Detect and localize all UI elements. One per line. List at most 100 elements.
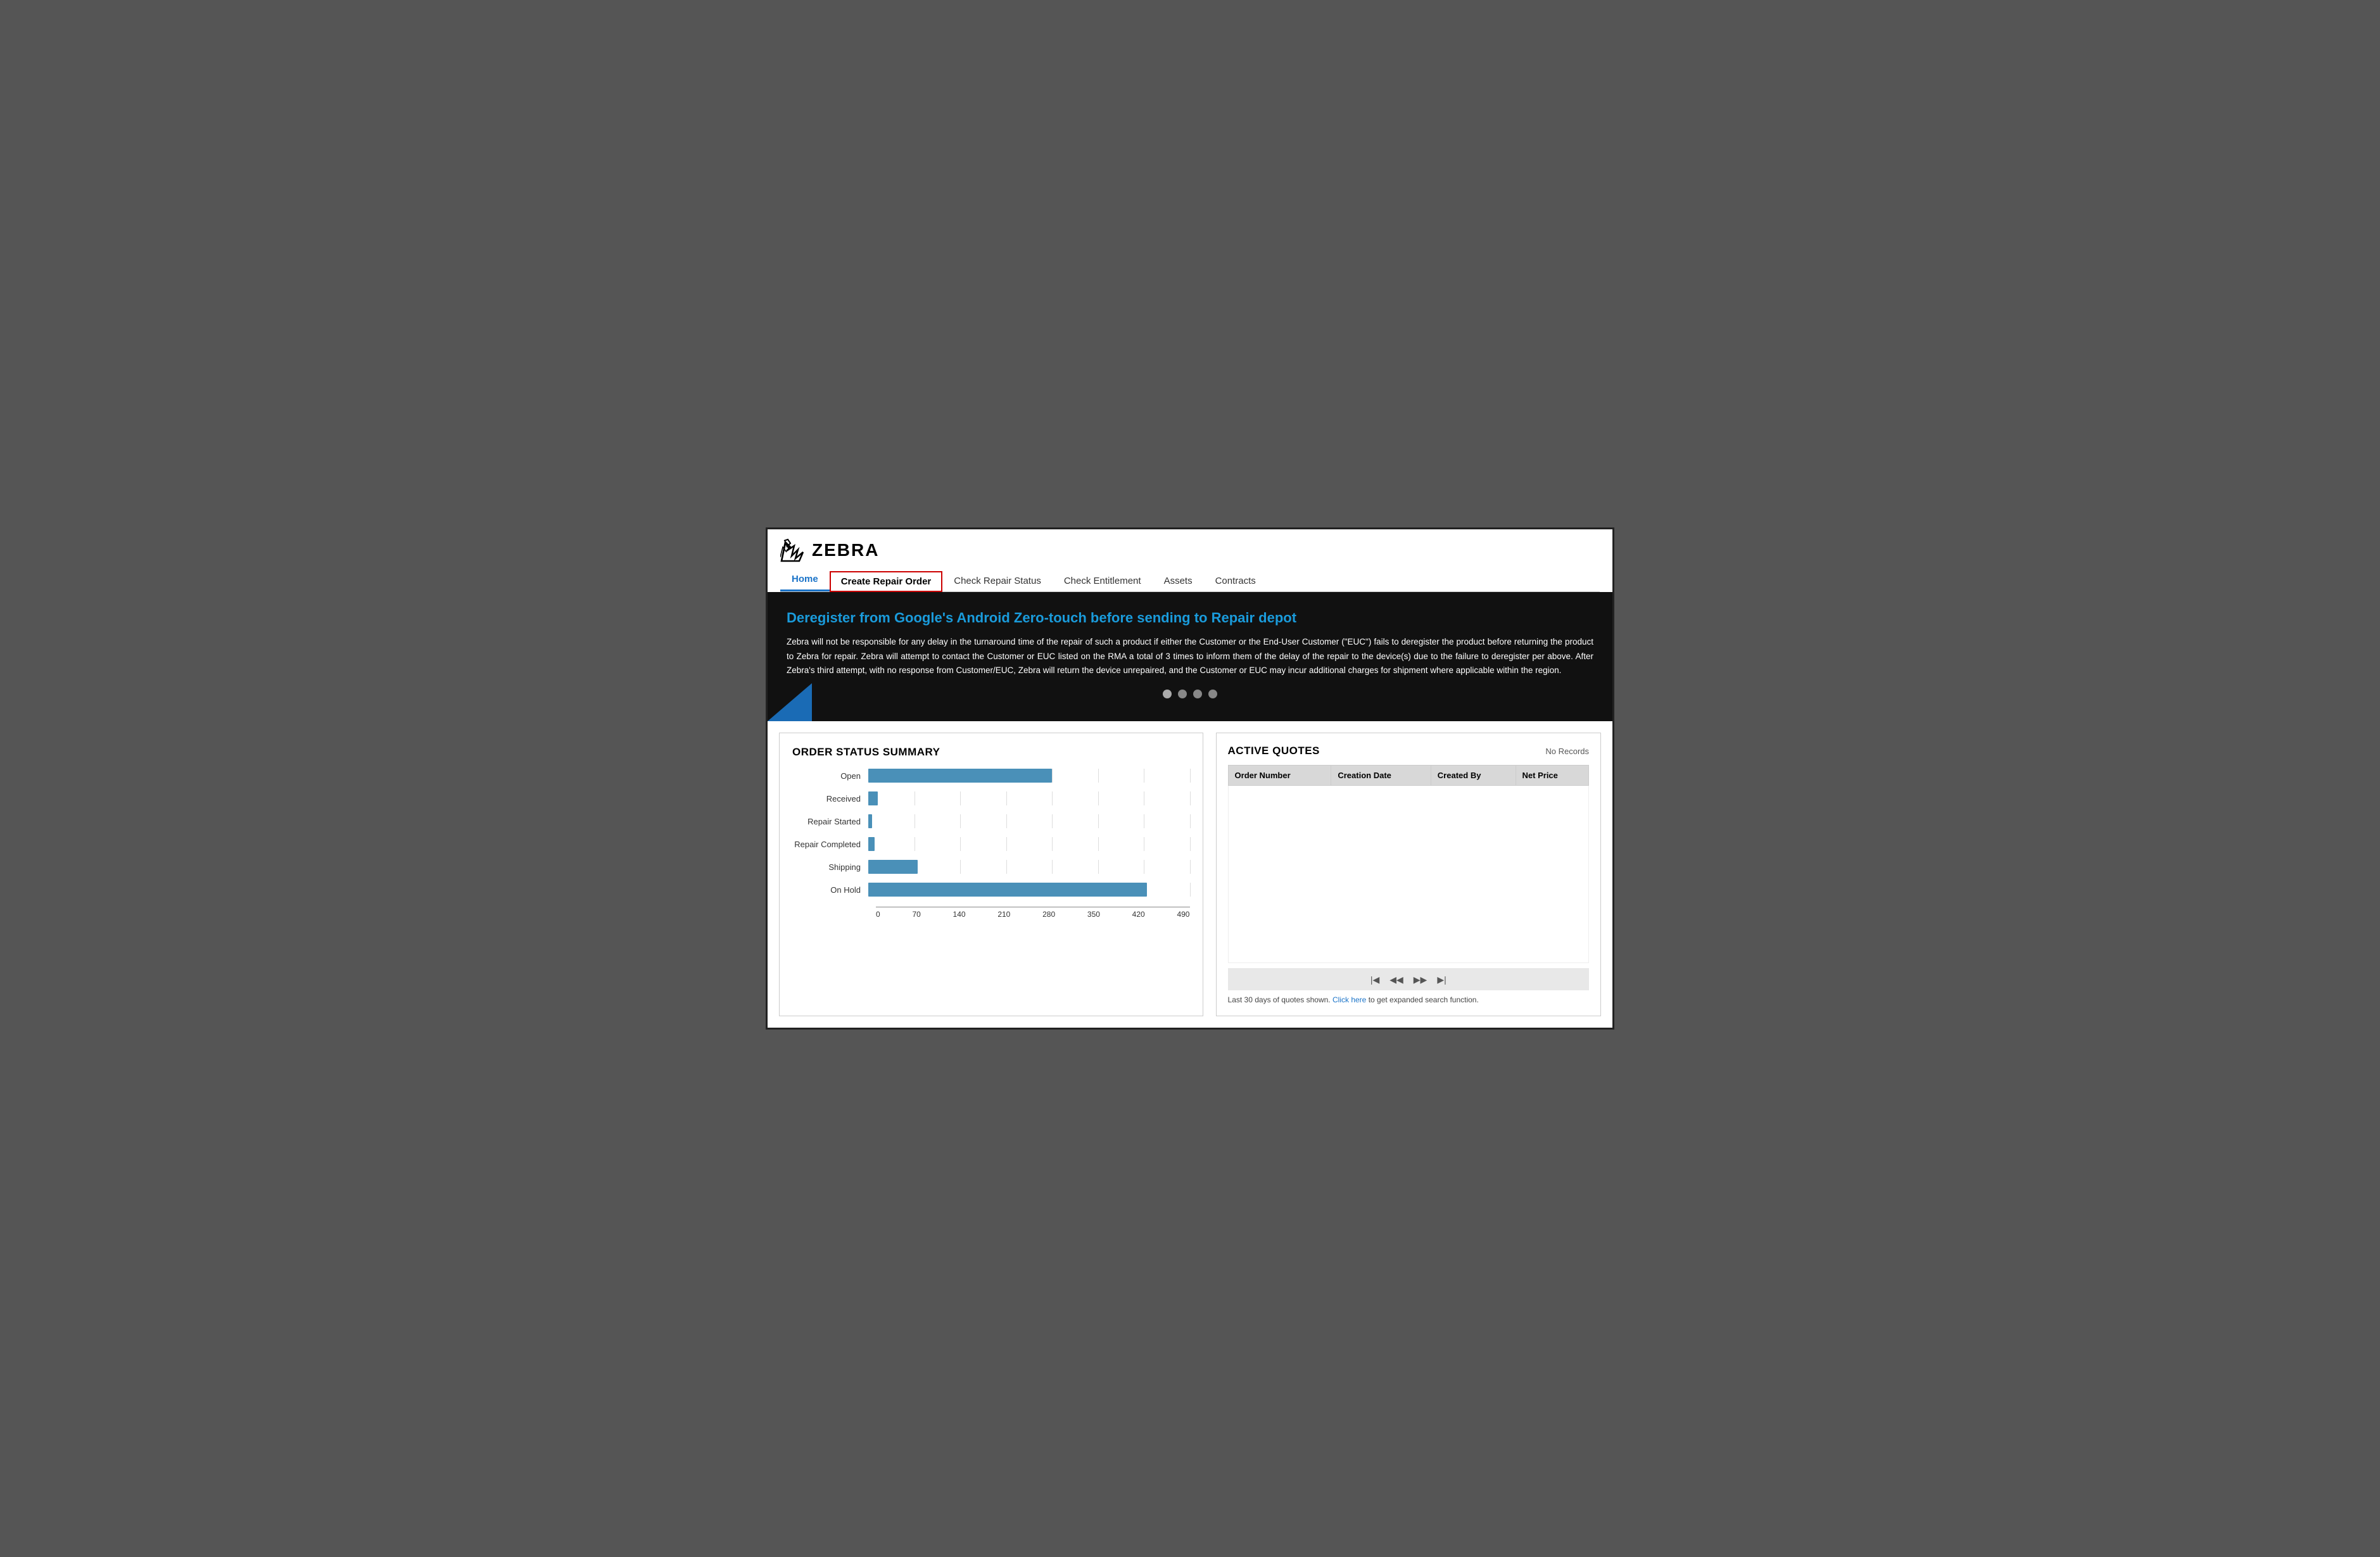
active-quotes-card: ACTIVE QUOTES No Records Order Number Cr… — [1216, 733, 1601, 1016]
nav-item-contracts[interactable]: Contracts — [1204, 570, 1267, 591]
pagination-next-button[interactable]: ▶▶ — [1411, 973, 1430, 987]
pagination-bar: |◀ ◀◀ ▶▶ ▶| — [1228, 968, 1589, 990]
grid-line — [1190, 837, 1191, 851]
grid-line — [1006, 860, 1007, 874]
grid-line — [1052, 814, 1053, 828]
chart-row-shipping: Shipping — [792, 860, 1190, 874]
dot-4 — [1208, 690, 1217, 698]
col-creation-date: Creation Date — [1331, 766, 1431, 786]
active-quotes-table: Order Number Creation Date Created By Ne… — [1228, 765, 1589, 963]
x-tick-5: 350 — [1087, 910, 1100, 919]
grid-line — [1052, 791, 1053, 805]
nav-item-check-repair-status[interactable]: Check Repair Status — [942, 570, 1053, 591]
banner-corner-decoration — [768, 683, 812, 721]
nav-item-create-repair-order[interactable]: Create Repair Order — [830, 571, 943, 592]
chart-row-received: Received — [792, 791, 1190, 805]
logo-area: ZEBRA — [780, 538, 1600, 562]
table-empty-cell — [1228, 786, 1588, 963]
active-quotes-title: ACTIVE QUOTES — [1228, 745, 1320, 757]
zebra-logo-icon — [780, 538, 807, 562]
dot-3 — [1193, 690, 1202, 698]
table-empty-row — [1228, 786, 1588, 963]
bar-container-3 — [868, 837, 1190, 851]
chart-bar-2 — [868, 814, 872, 828]
main-content: ORDER STATUS SUMMARY Open Received Repair … — [768, 721, 1612, 1028]
chart-bar-0 — [868, 769, 1052, 783]
chart-label-5: On Hold — [792, 885, 868, 895]
chart-bar-4 — [868, 860, 918, 874]
chart-row-open: Open — [792, 769, 1190, 783]
x-tick-2: 140 — [953, 910, 966, 919]
chart-bar-3 — [868, 837, 875, 851]
header: ZEBRA Home Create Repair Order Check Rep… — [768, 529, 1612, 592]
x-axis-labels: 0 70 140 210 280 350 420 490 — [876, 907, 1190, 919]
bar-container-0 — [868, 769, 1190, 783]
col-order-number: Order Number — [1228, 766, 1331, 786]
chart-label-2: Repair Started — [792, 817, 868, 826]
grid-line — [1190, 769, 1191, 783]
grid-line — [1098, 860, 1099, 874]
x-tick-3: 210 — [997, 910, 1010, 919]
order-status-title: ORDER STATUS SUMMARY — [792, 746, 1190, 759]
x-tick-6: 420 — [1132, 910, 1145, 919]
grid-line — [960, 837, 961, 851]
grid-line — [960, 791, 961, 805]
nav-item-assets[interactable]: Assets — [1153, 570, 1204, 591]
dot-2 — [1178, 690, 1187, 698]
logo-text: ZEBRA — [812, 540, 879, 560]
active-quotes-footer: Last 30 days of quotes shown. Click here… — [1228, 995, 1589, 1004]
col-created-by: Created By — [1431, 766, 1516, 786]
bar-container-2 — [868, 814, 1190, 828]
x-tick-4: 280 — [1042, 910, 1055, 919]
nav-bar: Home Create Repair Order Check Repair St… — [780, 569, 1600, 592]
table-header-row: Order Number Creation Date Created By Ne… — [1228, 766, 1588, 786]
order-status-card: ORDER STATUS SUMMARY Open Received Repair … — [779, 733, 1203, 1016]
banner-body: Zebra will not be responsible for any de… — [787, 635, 1593, 679]
grid-line — [1052, 837, 1053, 851]
banner-dots — [787, 690, 1593, 698]
nav-item-check-entitlement[interactable]: Check Entitlement — [1053, 570, 1153, 591]
main-frame: ZEBRA Home Create Repair Order Check Rep… — [766, 527, 1614, 1030]
chart-label-4: Shipping — [792, 862, 868, 872]
grid-line — [1006, 837, 1007, 851]
chart-row-on-hold: On Hold — [792, 883, 1190, 897]
footer-link[interactable]: Click here — [1332, 995, 1366, 1004]
col-net-price: Net Price — [1516, 766, 1588, 786]
grid-line — [1052, 769, 1053, 783]
pagination-prev-button[interactable]: ◀◀ — [1387, 973, 1406, 987]
grid-line — [1098, 769, 1099, 783]
banner: Deregister from Google's Android Zero-to… — [768, 592, 1612, 722]
footer-text: Last 30 days of quotes shown. — [1228, 995, 1331, 1004]
chart-label-3: Repair Completed — [792, 840, 868, 849]
chart-row-repair-started: Repair Started — [792, 814, 1190, 828]
grid-line — [1098, 814, 1099, 828]
chart-area: Open Received Repair Started Repair Complet… — [792, 769, 1190, 905]
chart-label-1: Received — [792, 794, 868, 804]
dot-1 — [1163, 690, 1172, 698]
chart-label-0: Open — [792, 771, 868, 781]
nav-item-home[interactable]: Home — [780, 569, 830, 591]
x-tick-1: 70 — [912, 910, 920, 919]
chart-bar-5 — [868, 883, 1147, 897]
grid-line — [1006, 814, 1007, 828]
active-quotes-header: ACTIVE QUOTES No Records — [1228, 745, 1589, 757]
bar-container-4 — [868, 860, 1190, 874]
grid-line — [1098, 791, 1099, 805]
chart-row-repair-completed: Repair Completed — [792, 837, 1190, 851]
x-axis: 0 70 140 210 280 350 420 490 — [876, 907, 1190, 919]
pagination-last-button[interactable]: ▶| — [1434, 973, 1448, 987]
x-tick-0: 0 — [876, 910, 880, 919]
x-tick-7: 490 — [1177, 910, 1189, 919]
footer-suffix: to get expanded search function. — [1369, 995, 1479, 1004]
grid-line — [960, 860, 961, 874]
grid-line — [1190, 791, 1191, 805]
banner-title: Deregister from Google's Android Zero-to… — [787, 610, 1593, 626]
chart-bar-1 — [868, 791, 878, 805]
grid-line — [1190, 883, 1191, 897]
table-body — [1228, 786, 1588, 963]
pagination-first-button[interactable]: |◀ — [1368, 973, 1382, 987]
grid-line — [960, 814, 961, 828]
grid-line — [1006, 791, 1007, 805]
grid-line — [1052, 860, 1053, 874]
table-header: Order Number Creation Date Created By Ne… — [1228, 766, 1588, 786]
